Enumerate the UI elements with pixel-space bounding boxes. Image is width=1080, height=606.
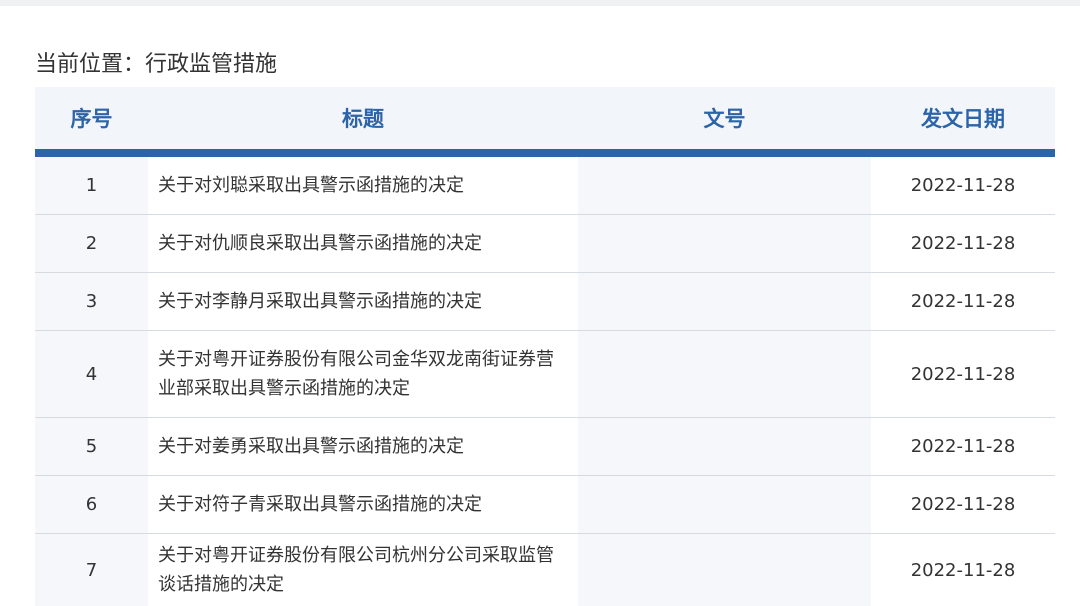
table-row[interactable]: 6 关于对符子青采取出具警示函措施的决定 2022-11-28 xyxy=(35,475,1055,534)
row-index: 3 xyxy=(35,272,148,331)
row-doc-no xyxy=(578,214,871,273)
row-index: 1 xyxy=(35,153,148,215)
row-index: 2 xyxy=(35,214,148,273)
row-date: 2022-11-28 xyxy=(871,533,1055,606)
measures-table: 序号 标题 文号 发文日期 1 关于对刘聪采取出具警示函措施的决定 2022-1… xyxy=(35,87,1055,606)
header-doc-no: 文号 xyxy=(578,87,871,157)
row-doc-no xyxy=(578,330,871,418)
table-row[interactable]: 4 关于对粤开证券股份有限公司金华双龙南街证券营业部采取出具警示函措施的决定 2… xyxy=(35,330,1055,418)
table-row[interactable]: 3 关于对李静月采取出具警示函措施的决定 2022-11-28 xyxy=(35,272,1055,331)
row-title-link[interactable]: 关于对符子青采取出具警示函措施的决定 xyxy=(148,475,578,534)
row-index: 4 xyxy=(35,330,148,418)
breadcrumb: 当前位置：行政监管措施 xyxy=(35,50,277,80)
table-row[interactable]: 1 关于对刘聪采取出具警示函措施的决定 2022-11-28 xyxy=(35,153,1055,215)
row-title-link[interactable]: 关于对李静月采取出具警示函措施的决定 xyxy=(148,272,578,331)
row-doc-no xyxy=(578,533,871,606)
breadcrumb-label: 当前位置： xyxy=(35,52,146,77)
table-header-row: 序号 标题 文号 发文日期 xyxy=(35,87,1055,157)
row-title-link[interactable]: 关于对粤开证券股份有限公司杭州分公司采取监管谈话措施的决定 xyxy=(148,533,578,606)
breadcrumb-current[interactable]: 行政监管措施 xyxy=(145,52,277,77)
row-doc-no xyxy=(578,153,871,215)
row-date: 2022-11-28 xyxy=(871,330,1055,418)
row-date: 2022-11-28 xyxy=(871,417,1055,476)
row-index: 5 xyxy=(35,417,148,476)
table-row[interactable]: 7 关于对粤开证券股份有限公司杭州分公司采取监管谈话措施的决定 2022-11-… xyxy=(35,533,1055,606)
row-date: 2022-11-28 xyxy=(871,272,1055,331)
row-title-link[interactable]: 关于对姜勇采取出具警示函措施的决定 xyxy=(148,417,578,476)
header-title: 标题 xyxy=(148,87,578,157)
row-date: 2022-11-28 xyxy=(871,153,1055,215)
row-doc-no xyxy=(578,272,871,331)
header-date: 发文日期 xyxy=(871,87,1055,157)
row-date: 2022-11-28 xyxy=(871,214,1055,273)
top-bar xyxy=(0,0,1080,6)
row-index: 7 xyxy=(35,533,148,606)
header-index: 序号 xyxy=(35,87,148,157)
row-title-link[interactable]: 关于对刘聪采取出具警示函措施的决定 xyxy=(148,153,578,215)
table-row[interactable]: 2 关于对仇顺良采取出具警示函措施的决定 2022-11-28 xyxy=(35,214,1055,273)
table-row[interactable]: 5 关于对姜勇采取出具警示函措施的决定 2022-11-28 xyxy=(35,417,1055,476)
row-title-link[interactable]: 关于对粤开证券股份有限公司金华双龙南街证券营业部采取出具警示函措施的决定 xyxy=(148,330,578,418)
row-title-link[interactable]: 关于对仇顺良采取出具警示函措施的决定 xyxy=(148,214,578,273)
measures-table-container: 序号 标题 文号 发文日期 1 关于对刘聪采取出具警示函措施的决定 2022-1… xyxy=(35,87,1055,606)
row-doc-no xyxy=(578,475,871,534)
row-doc-no xyxy=(578,417,871,476)
row-index: 6 xyxy=(35,475,148,534)
row-date: 2022-11-28 xyxy=(871,475,1055,534)
